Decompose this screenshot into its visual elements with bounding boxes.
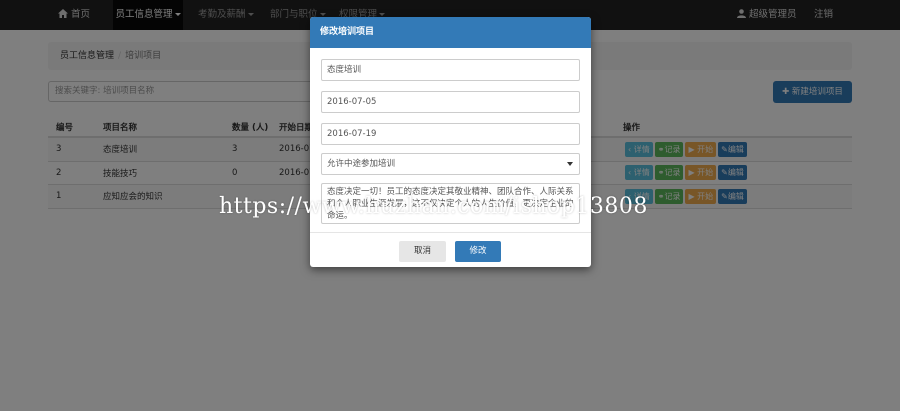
training-name-field[interactable]: 态度培训: [321, 59, 580, 81]
join-policy-select[interactable]: 允许中途参加培训: [321, 153, 580, 175]
join-policy-value: 允许中途参加培训: [327, 159, 396, 169]
end-date-field[interactable]: 2016-07-19: [321, 123, 580, 145]
edit-training-modal: 修改培训项目 态度培训 2016-07-05 2016-07-19 允许中途参加…: [310, 17, 591, 267]
description-textarea[interactable]: 态度决定一切！员工的态度决定其敬业精神、团队合作、人际关系和个人职业生涯发展，这…: [321, 183, 580, 224]
modal-title: 修改培训项目: [310, 17, 591, 48]
confirm-edit-button[interactable]: 修改: [455, 241, 501, 262]
modal-footer: 取消 修改: [310, 232, 591, 267]
cancel-button[interactable]: 取消: [399, 241, 446, 262]
chevron-down-icon: [567, 162, 573, 166]
start-date-field[interactable]: 2016-07-05: [321, 91, 580, 113]
